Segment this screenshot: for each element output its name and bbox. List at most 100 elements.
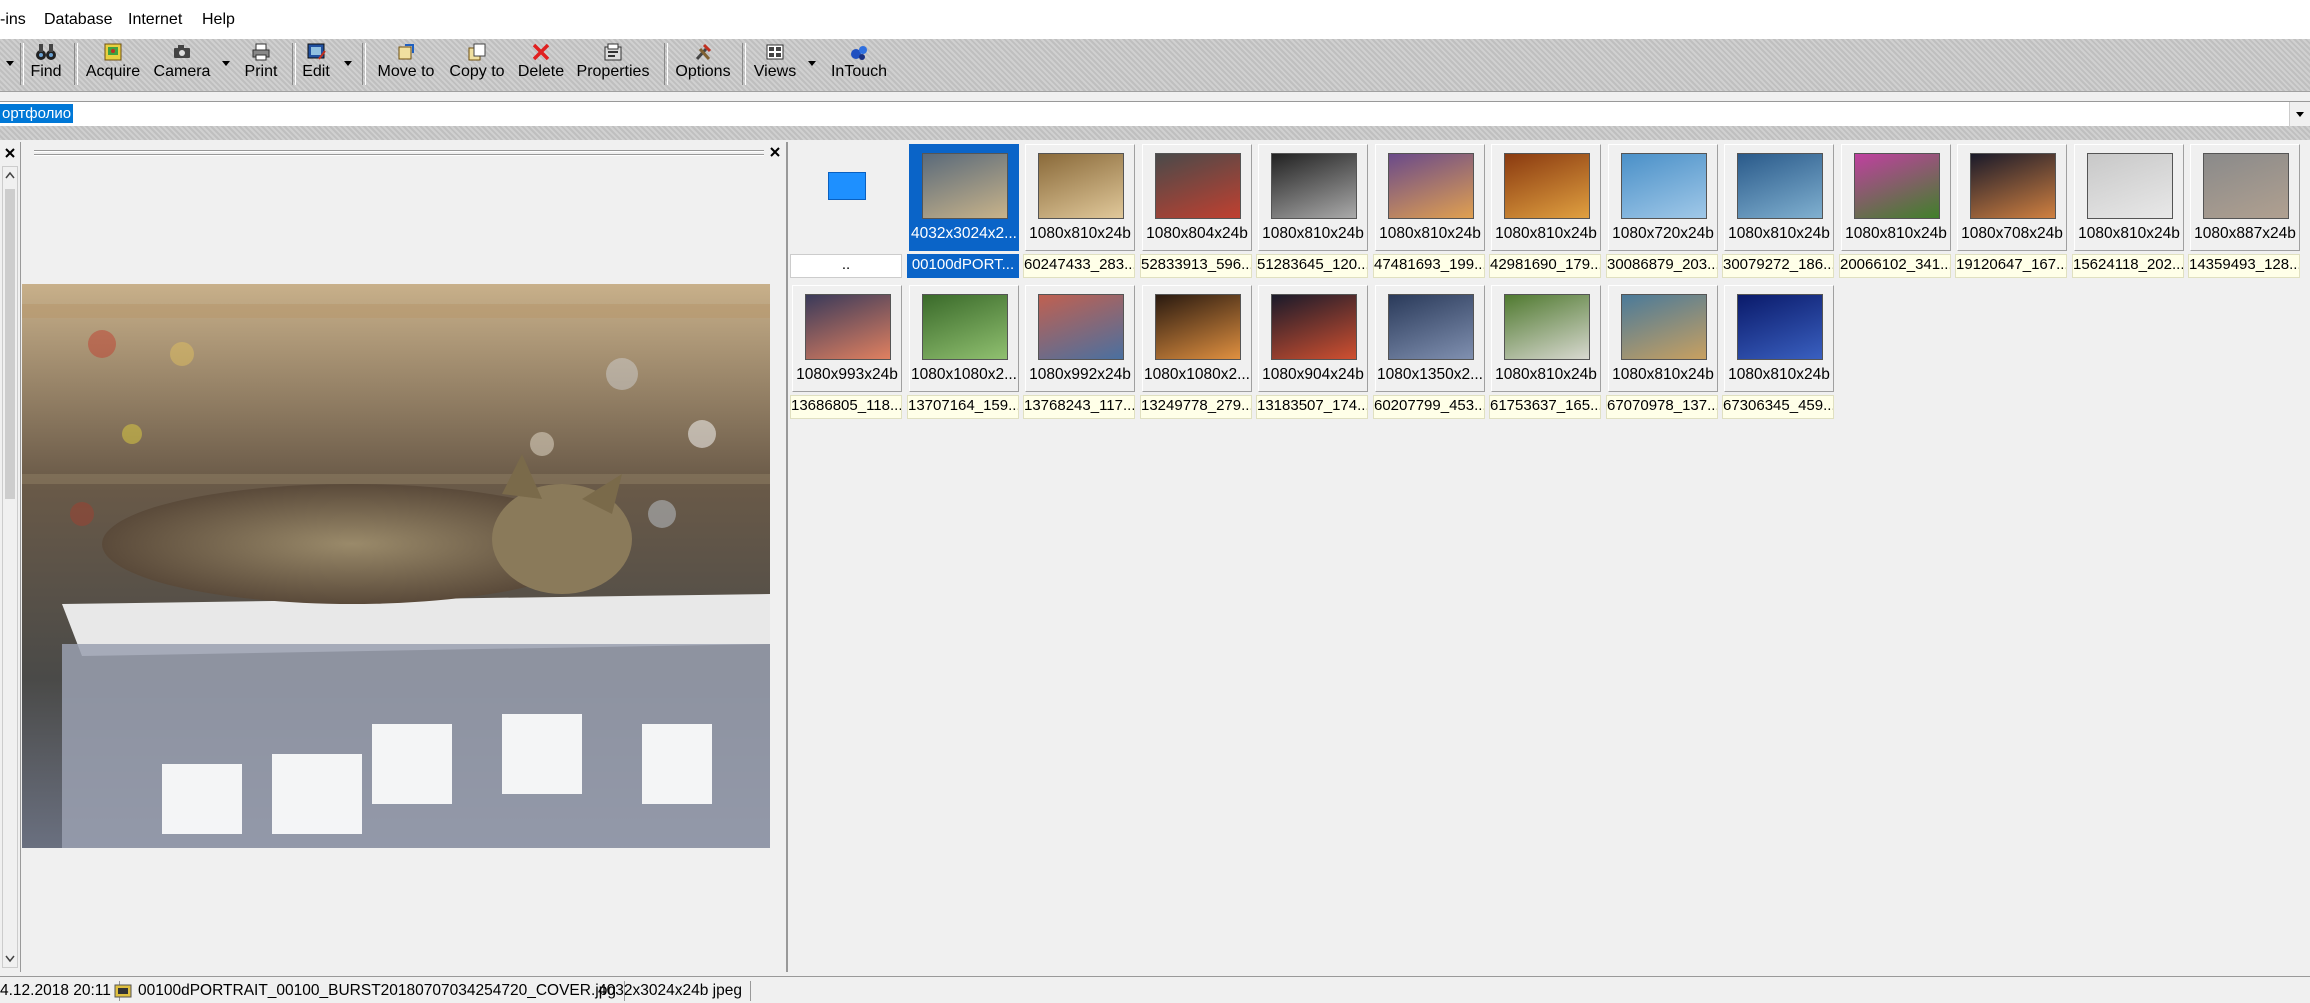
copy-to-button[interactable]: Copy to	[446, 39, 508, 89]
intouch-icon	[851, 46, 867, 60]
scroll-down-icon[interactable]	[3, 951, 17, 965]
thumbnail-item[interactable]: 1080x810x24b 42981690_179...	[1489, 142, 1601, 278]
preview-grip[interactable]	[34, 150, 764, 152]
menu-database[interactable]: Database	[44, 11, 113, 29]
camera-dropdown-arrow[interactable]	[222, 61, 230, 66]
thumbnail-frame: 1080x1350x2...	[1375, 285, 1485, 392]
thumbnail-dimensions: 1080x904x24b	[1262, 366, 1364, 383]
camera-button[interactable]: Camera	[152, 39, 212, 89]
menu-plugins[interactable]: -ins	[0, 11, 26, 29]
copy-to-label: Copy to	[449, 63, 505, 80]
close-icon[interactable]	[3, 146, 17, 160]
thumbnail-filename: 30079272_186...	[1722, 254, 1834, 278]
scroll-up-icon[interactable]	[3, 169, 17, 183]
views-dropdown-arrow[interactable]	[808, 61, 816, 66]
intouch-button[interactable]: InTouch	[828, 39, 890, 89]
thumbnail-frame: 1080x720x24b	[1608, 144, 1718, 251]
thumbnail-item[interactable]: 1080x810x24b 60247433_283...	[1023, 142, 1135, 278]
thumbnail-filename: 13768243_117...	[1023, 395, 1135, 419]
edit-dropdown-arrow[interactable]	[344, 61, 352, 66]
thumbnail-filename: 60207799_453...	[1373, 395, 1485, 419]
thumbnail-filename: 67306345_459...	[1722, 395, 1834, 419]
toolbar-separator	[664, 43, 668, 85]
status-image-info: 4032x3024x24b jpeg	[598, 981, 751, 1001]
dropdown-arrow[interactable]	[6, 61, 14, 66]
thumbnail-image	[1155, 153, 1241, 219]
grid-view-icon	[766, 44, 784, 60]
thumbnail-item[interactable]: 1080x887x24b 14359493_128...	[2188, 142, 2300, 278]
thumbnail-item[interactable]: 1080x810x24b 30079272_186...	[1722, 142, 1834, 278]
thumbnail-filename: 19120647_167...	[1955, 254, 2067, 278]
thumbnail-item[interactable]: 1080x810x24b 67306345_459...	[1722, 283, 1834, 419]
toolbar-separator	[292, 43, 296, 85]
thumbnail-dimensions: 1080x1080x2...	[1143, 366, 1250, 383]
thumbnail-dimensions: 1080x810x24b	[1728, 366, 1830, 383]
properties-button[interactable]: Properties	[574, 39, 652, 89]
print-button[interactable]: Print	[240, 39, 282, 89]
thumbnail-frame: 1080x992x24b	[1025, 285, 1135, 392]
thumbnail-dimensions: 1080x887x24b	[2194, 225, 2296, 242]
close-icon[interactable]	[768, 145, 782, 159]
edit-button[interactable]: Edit	[298, 39, 334, 89]
path-text[interactable]: ортфолио	[0, 104, 74, 123]
thumbnail-item[interactable]: 4032x3024x2... 00100dPORT...	[907, 142, 1019, 278]
folder-scrollbar[interactable]	[2, 166, 18, 968]
acquire-button[interactable]: Acquire	[82, 39, 144, 89]
path-combobox[interactable]: ортфолио	[0, 101, 2310, 127]
thumbnail-image	[922, 153, 1008, 219]
thumbnail-item[interactable]: 1080x1080x2... 13249778_279...	[1140, 283, 1252, 419]
thumbnail-item[interactable]: 1080x810x24b 20066102_341...	[1839, 142, 1951, 278]
scroll-thumb[interactable]	[5, 189, 15, 499]
thumbnail-filename: 30086879_203...	[1606, 254, 1718, 278]
toolbar-separator	[74, 43, 78, 85]
thumbnail-dimensions: 1080x810x24b	[1612, 366, 1714, 383]
views-button[interactable]: Views	[752, 39, 798, 89]
thumbnail-image	[805, 294, 891, 360]
find-button[interactable]: Find	[26, 39, 66, 89]
folder-pane	[0, 142, 21, 972]
thumbnail-item[interactable]: 1080x1350x2... 60207799_453...	[1373, 283, 1485, 419]
thumbnail-item[interactable]: 1080x720x24b 30086879_203...	[1606, 142, 1718, 278]
thumbnail-item[interactable]: 1080x992x24b 13768243_117...	[1023, 283, 1135, 419]
thumbnail-item[interactable]: 1080x1080x2... 13707164_159...	[907, 283, 1019, 419]
menu-bar: -ins Database Internet Help	[0, 0, 2310, 39]
thumbnail-image	[2087, 153, 2173, 219]
menu-help[interactable]: Help	[202, 11, 235, 29]
thumbnail-item[interactable]: 1080x810x24b 15624118_202...	[2072, 142, 2184, 278]
thumbnail-image	[1271, 153, 1357, 219]
status-datetime: 4.12.2018 20:11	[0, 981, 120, 1001]
delete-button[interactable]: Delete	[516, 39, 566, 89]
parent-folder-item[interactable]: ..	[790, 142, 902, 278]
thumbnail-item[interactable]: 1080x804x24b 52833913_596...	[1140, 142, 1252, 278]
thumbnail-image	[1970, 153, 2056, 219]
move-to-button[interactable]: Move to	[374, 39, 438, 89]
thumbnail-image	[1038, 294, 1124, 360]
path-dropdown-button[interactable]	[2289, 102, 2310, 126]
thumbnail-image	[1854, 153, 1940, 219]
options-button[interactable]: Options	[672, 39, 734, 89]
thumbnail-item[interactable]: 1080x810x24b 47481693_199...	[1373, 142, 1485, 278]
thumbnail-dimensions: 1080x810x24b	[2078, 225, 2180, 242]
thumbnail-dimensions: 1080x708x24b	[1961, 225, 2063, 242]
thumbnail-item[interactable]: 1080x810x24b 51283645_120...	[1256, 142, 1368, 278]
thumbnail-dimensions: 1080x810x24b	[1029, 225, 1131, 242]
toolbar-separator	[362, 43, 366, 85]
thumbnail-item[interactable]: 1080x810x24b 67070978_137...	[1606, 283, 1718, 419]
printer-icon	[252, 43, 270, 61]
thumbnail-frame: 1080x810x24b	[1375, 144, 1485, 251]
thumbnail-frame: 1080x810x24b	[2074, 144, 2184, 251]
thumbnail-filename: 61753637_165...	[1489, 395, 1601, 419]
menu-internet[interactable]: Internet	[128, 11, 182, 29]
thumbnail-dimensions: 1080x810x24b	[1728, 225, 1830, 242]
thumbnail-item[interactable]: 1080x810x24b 61753637_165...	[1489, 283, 1601, 419]
tools-icon	[695, 43, 712, 61]
thumbnail-filename: 13183507_174...	[1256, 395, 1368, 419]
thumbnail-item[interactable]: 1080x993x24b 13686805_118...	[790, 283, 902, 419]
thumbnail-item[interactable]: 1080x904x24b 13183507_174...	[1256, 283, 1368, 419]
delete-x-icon	[532, 43, 550, 61]
thumbnail-item[interactable]: 1080x708x24b 19120647_167...	[1955, 142, 2067, 278]
camera-label: Camera	[153, 63, 211, 80]
thumbnail-image	[922, 294, 1008, 360]
thumbnail-filename: 52833913_596...	[1140, 254, 1252, 278]
thumbnail-filename: 13249778_279...	[1140, 395, 1252, 419]
